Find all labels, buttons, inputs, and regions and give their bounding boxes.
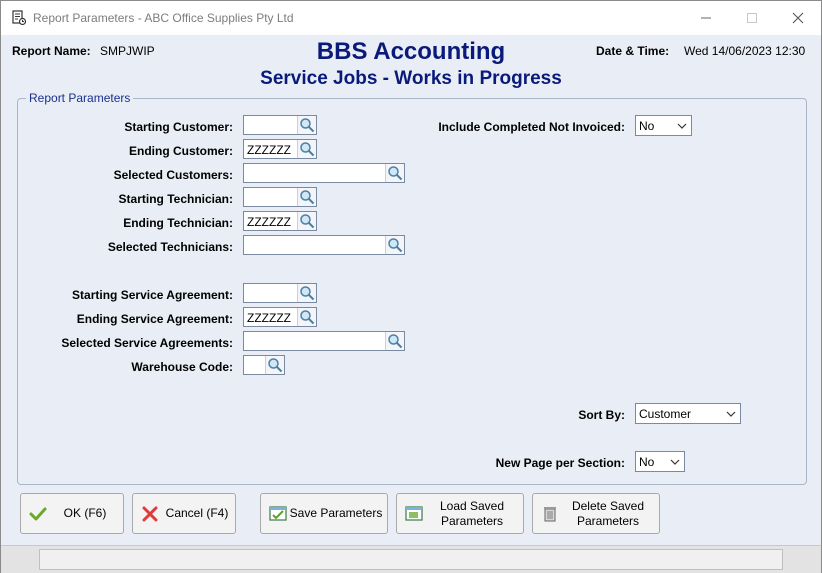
checkmark-icon — [29, 505, 47, 523]
load-label-line2: Parameters — [440, 513, 504, 528]
save-parameters-label: Save Parameters — [289, 506, 383, 520]
cancel-button-label: Cancel (F4) — [165, 506, 229, 520]
include-completed-dropdown[interactable]: No — [635, 115, 692, 136]
starting-customer-label: Starting Customer: — [124, 120, 233, 134]
close-icon — [792, 12, 804, 24]
load-label-line1: Load Saved — [439, 498, 505, 513]
new-page-dropdown[interactable]: No — [635, 451, 685, 472]
delete-saved-parameters-button[interactable]: Delete Saved Parameters — [532, 493, 660, 534]
selected-customers-field[interactable] — [243, 163, 405, 183]
maximize-button[interactable] — [729, 1, 775, 35]
new-page-label: New Page per Section: — [495, 456, 625, 470]
lookup-icon[interactable] — [385, 332, 404, 350]
delete-label-line1: Delete Saved — [571, 498, 645, 513]
close-button[interactable] — [775, 1, 821, 35]
minimize-button[interactable] — [683, 1, 729, 35]
sort-by-dropdown[interactable]: Customer — [635, 403, 741, 424]
delete-saved-parameters-label: Delete Saved Parameters — [561, 494, 655, 533]
ending-technician-label: Ending Technician: — [123, 216, 233, 230]
ending-customer-value: ZZZZZZ — [247, 143, 291, 157]
starting-technician-label: Starting Technician: — [118, 192, 233, 206]
ending-customer-label: Ending Customer: — [129, 144, 233, 158]
ending-service-agreement-label: Ending Service Agreement: — [76, 312, 233, 326]
trash-icon — [541, 505, 559, 523]
starting-technician-field[interactable] — [243, 187, 317, 207]
warehouse-code-label: Warehouse Code: — [131, 360, 233, 374]
title-bar[interactable]: Report Parameters - ABC Office Supplies … — [1, 1, 821, 35]
include-completed-value: No — [639, 119, 655, 133]
starting-customer-field[interactable] — [243, 115, 317, 135]
ending-service-agreement-field[interactable]: ZZZZZZ — [243, 307, 317, 327]
status-field — [39, 549, 783, 570]
cross-icon — [141, 505, 159, 523]
chevron-down-icon — [726, 408, 736, 422]
window-title: Report Parameters - ABC Office Supplies … — [33, 11, 294, 25]
selected-service-agreements-label: Selected Service Agreements: — [61, 336, 233, 350]
ending-service-agreement-value: ZZZZZZ — [247, 311, 291, 325]
selected-customers-label: Selected Customers: — [113, 168, 233, 182]
selected-technicians-field[interactable] — [243, 235, 405, 255]
cancel-button[interactable]: Cancel (F4) — [132, 493, 236, 534]
lookup-icon[interactable] — [385, 236, 404, 254]
selected-service-agreements-field[interactable] — [243, 331, 405, 351]
report-parameters-icon — [11, 10, 27, 26]
status-bar — [1, 545, 821, 573]
lookup-icon[interactable] — [297, 188, 316, 206]
warehouse-code-field[interactable] — [243, 355, 285, 375]
datetime-value: Wed 14/06/2023 12:30 — [684, 44, 806, 58]
chevron-down-icon — [670, 456, 680, 470]
lookup-icon[interactable] — [385, 164, 404, 182]
include-completed-label: Include Completed Not Invoiced: — [438, 120, 625, 134]
group-legend: Report Parameters — [26, 91, 134, 105]
lookup-icon[interactable] — [297, 284, 316, 302]
sort-by-label: Sort By: — [578, 408, 625, 422]
lookup-icon[interactable] — [297, 116, 316, 134]
client-area: Report Name: SMPJWIP BBS Accounting Serv… — [1, 35, 821, 573]
sort-by-value: Customer — [639, 407, 692, 421]
starting-service-agreement-label: Starting Service Agreement: — [72, 288, 233, 302]
load-parameters-icon — [405, 505, 423, 523]
report-parameters-window: Report Parameters - ABC Office Supplies … — [0, 0, 822, 573]
save-parameters-button[interactable]: Save Parameters — [260, 493, 388, 534]
ending-customer-field[interactable]: ZZZZZZ — [243, 139, 317, 159]
ok-button[interactable]: OK (F6) — [20, 493, 124, 534]
maximize-icon — [747, 13, 757, 23]
new-page-value: No — [639, 455, 655, 469]
minimize-icon — [701, 17, 711, 19]
datetime-label: Date & Time: — [596, 44, 670, 58]
save-parameters-icon — [269, 505, 287, 523]
delete-label-line2: Parameters — [576, 513, 640, 528]
starting-service-agreement-field[interactable] — [243, 283, 317, 303]
chevron-down-icon — [677, 120, 687, 134]
lookup-icon[interactable] — [297, 140, 316, 158]
load-saved-parameters-button[interactable]: Load Saved Parameters — [396, 493, 524, 534]
load-saved-parameters-label: Load Saved Parameters — [425, 494, 519, 533]
ok-button-label: OK (F6) — [63, 506, 107, 520]
lookup-icon[interactable] — [297, 212, 316, 230]
ending-technician-field[interactable]: ZZZZZZ — [243, 211, 317, 231]
ending-technician-value: ZZZZZZ — [247, 215, 291, 229]
lookup-icon[interactable] — [297, 308, 316, 326]
lookup-icon[interactable] — [265, 356, 284, 374]
selected-technicians-label: Selected Technicians: — [107, 240, 233, 254]
page-subtitle: Service Jobs - Works in Progress — [260, 68, 562, 89]
